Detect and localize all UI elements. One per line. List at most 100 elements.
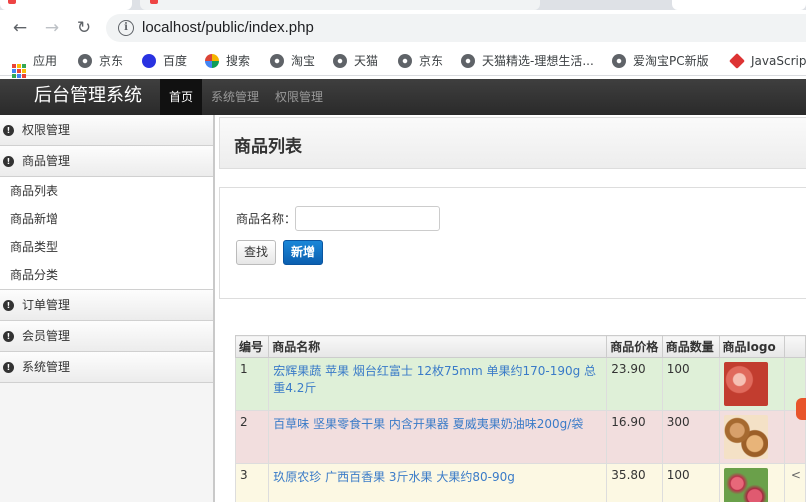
page-title: 商品列表: [234, 137, 302, 157]
bookmark-label: JavaScript: [751, 54, 806, 68]
column-header: 编号: [235, 335, 270, 358]
js-icon: [729, 53, 745, 69]
column-header: 商品logo: [718, 335, 785, 358]
sougou-icon: [205, 54, 219, 68]
globe-icon: [612, 54, 626, 68]
sidebar-item-goods-list[interactable]: 商品列表: [0, 177, 213, 205]
sidebar-item-goods-add[interactable]: 商品新增: [0, 205, 213, 233]
nav-system[interactable]: 系统管理: [202, 79, 268, 115]
sidebar-group-members[interactable]: ! 会员管理: [0, 321, 213, 352]
tab-favicon: [150, 0, 158, 4]
sidebar-group-system[interactable]: ! 系统管理: [0, 352, 213, 383]
bookmark-tmall-select[interactable]: 天猫精选-理想生活...: [461, 52, 594, 70]
bookmark-baidu[interactable]: 百度: [142, 52, 187, 70]
bookmark-label: 京东: [419, 54, 444, 68]
bookmark-label: 淘宝: [291, 54, 316, 68]
search-label: 商品名称：: [236, 212, 297, 226]
cell-price: 23.90: [606, 357, 663, 411]
goods-logo-image: [723, 415, 768, 459]
bookmark-label: 搜索: [226, 54, 251, 68]
browser-tab[interactable]: [672, 0, 806, 10]
cell-price: 16.90: [606, 410, 663, 464]
browser-tab[interactable]: [0, 0, 132, 10]
cell-name-link[interactable]: 宏辉果蔬 苹果 烟台红富士 12枚75mm 单果约170-190g 总重4.2斤: [268, 357, 608, 411]
exclamation-icon: !: [3, 300, 14, 311]
reload-icon[interactable]: ↻: [72, 16, 96, 40]
add-button[interactable]: 新增: [283, 240, 324, 265]
sidebar-group-permission[interactable]: ! 权限管理: [0, 115, 213, 146]
globe-icon: [398, 54, 412, 68]
cell-qty: 300: [661, 410, 720, 464]
goods-table-wrap: 编号 商品名称 商品价格 商品数量 商品logo 1 宏辉果蔬 苹果 烟台红富士…: [235, 335, 806, 502]
goods-name-input[interactable]: [295, 206, 440, 231]
cell-logo: [718, 410, 785, 464]
sidebar-submenu-goods: 商品列表 商品新增 商品类型 商品分类: [0, 177, 213, 290]
page-header: 商品列表: [219, 117, 806, 169]
globe-icon: [78, 54, 92, 68]
edge-glyph: <: [790, 468, 801, 482]
nav-permission[interactable]: 权限管理: [266, 79, 332, 115]
cell-id: 2: [235, 410, 270, 464]
back-arrow-icon[interactable]: ←: [8, 16, 32, 40]
bookmark-label: 天猫: [354, 54, 379, 68]
url-text: localhost/public/index.php: [142, 19, 314, 36]
find-button[interactable]: 查找: [236, 240, 277, 265]
column-header: 商品名称: [268, 335, 608, 358]
app-header: 后台管理系统 首页 系统管理 权限管理: [0, 79, 806, 115]
apps-icon: [12, 64, 26, 78]
column-header-extra: [783, 335, 806, 358]
sidebar-item-goods-category[interactable]: 商品分类: [0, 261, 213, 289]
column-header: 商品数量: [661, 335, 720, 358]
search-panel: 商品名称： 查找 新增: [219, 187, 806, 299]
table-row[interactable]: 2 百草味 坚果零食干果 内含开果器 夏威夷果奶油味200g/袋 16.90 3…: [235, 410, 806, 464]
bookmark-jd[interactable]: 京东: [78, 52, 123, 70]
cell-qty: 100: [661, 463, 720, 502]
bookmark-aitaobao[interactable]: 爱淘宝PC新版: [612, 52, 709, 70]
bookmark-sougou[interactable]: 搜索: [205, 52, 250, 70]
exclamation-icon: !: [3, 362, 14, 373]
sidebar-item-goods-type[interactable]: 商品类型: [0, 233, 213, 261]
cell-name-link[interactable]: 百草味 坚果零食干果 内含开果器 夏威夷果奶油味200g/袋: [268, 410, 608, 464]
app-brand: 后台管理系统: [34, 85, 142, 106]
baidu-paw-icon: [142, 54, 156, 68]
bookmark-label: 爱淘宝PC新版: [633, 54, 709, 68]
cell-id: 3: [235, 463, 270, 502]
cell-logo: [718, 357, 785, 411]
exclamation-icon: !: [3, 125, 14, 136]
bookmark-label: 应用: [33, 54, 58, 68]
globe-icon: [270, 54, 284, 68]
bookmarks-bar: 应用 京东 百度 搜索 淘宝 天猫 京东 天猫精选-理想生活... 爱淘宝PC新…: [0, 46, 806, 78]
cell-name-link[interactable]: 玖原农珍 广西百香果 3斤水果 大果约80-90g: [268, 463, 608, 502]
bookmark-taobao[interactable]: 淘宝: [270, 52, 315, 70]
sidebar-group-label: 订单管理: [22, 298, 71, 312]
cell-logo: [718, 463, 785, 502]
browser-tab-active[interactable]: [140, 0, 540, 10]
site-info-icon[interactable]: i: [118, 20, 134, 36]
cell-id: 1: [235, 357, 270, 411]
globe-icon: [461, 54, 475, 68]
sidebar-group-label: 商品管理: [22, 154, 71, 168]
bookmark-apps[interactable]: 应用: [12, 52, 58, 78]
exclamation-icon: !: [3, 331, 14, 342]
tab-favicon: [8, 0, 16, 4]
sidebar-group-label: 权限管理: [22, 123, 71, 137]
cell-qty: 100: [661, 357, 720, 411]
floating-side-widget-icon[interactable]: [796, 398, 806, 420]
goods-table: 编号 商品名称 商品价格 商品数量 商品logo 1 宏辉果蔬 苹果 烟台红富士…: [235, 335, 806, 502]
bookmark-jd-2[interactable]: 京东: [398, 52, 443, 70]
bookmark-javascript[interactable]: JavaScript: [729, 52, 806, 70]
sidebar-group-goods[interactable]: ! 商品管理: [0, 146, 213, 177]
sidebar: ! 权限管理 ! 商品管理 商品列表 商品新增 商品类型 商品分类 ! 订单管理…: [0, 115, 215, 502]
goods-logo-image: [723, 468, 768, 502]
nav-home[interactable]: 首页: [160, 79, 203, 115]
address-bar[interactable]: i localhost/public/index.php: [106, 14, 806, 42]
sidebar-group-orders[interactable]: ! 订单管理: [0, 290, 213, 321]
bookmark-tmall[interactable]: 天猫: [333, 52, 378, 70]
table-row[interactable]: 1 宏辉果蔬 苹果 烟台红富士 12枚75mm 单果约170-190g 总重4.…: [235, 357, 806, 411]
globe-icon: [333, 54, 347, 68]
bookmark-label: 天猫精选-理想生活...: [482, 54, 594, 68]
forward-arrow-icon[interactable]: →: [40, 16, 64, 40]
table-row[interactable]: 3 玖原农珍 广西百香果 3斤水果 大果约80-90g 35.80 100 <: [235, 463, 806, 502]
exclamation-icon: !: [3, 156, 14, 167]
browser-toolbar: ← → ↻ i localhost/public/index.php: [0, 10, 806, 46]
